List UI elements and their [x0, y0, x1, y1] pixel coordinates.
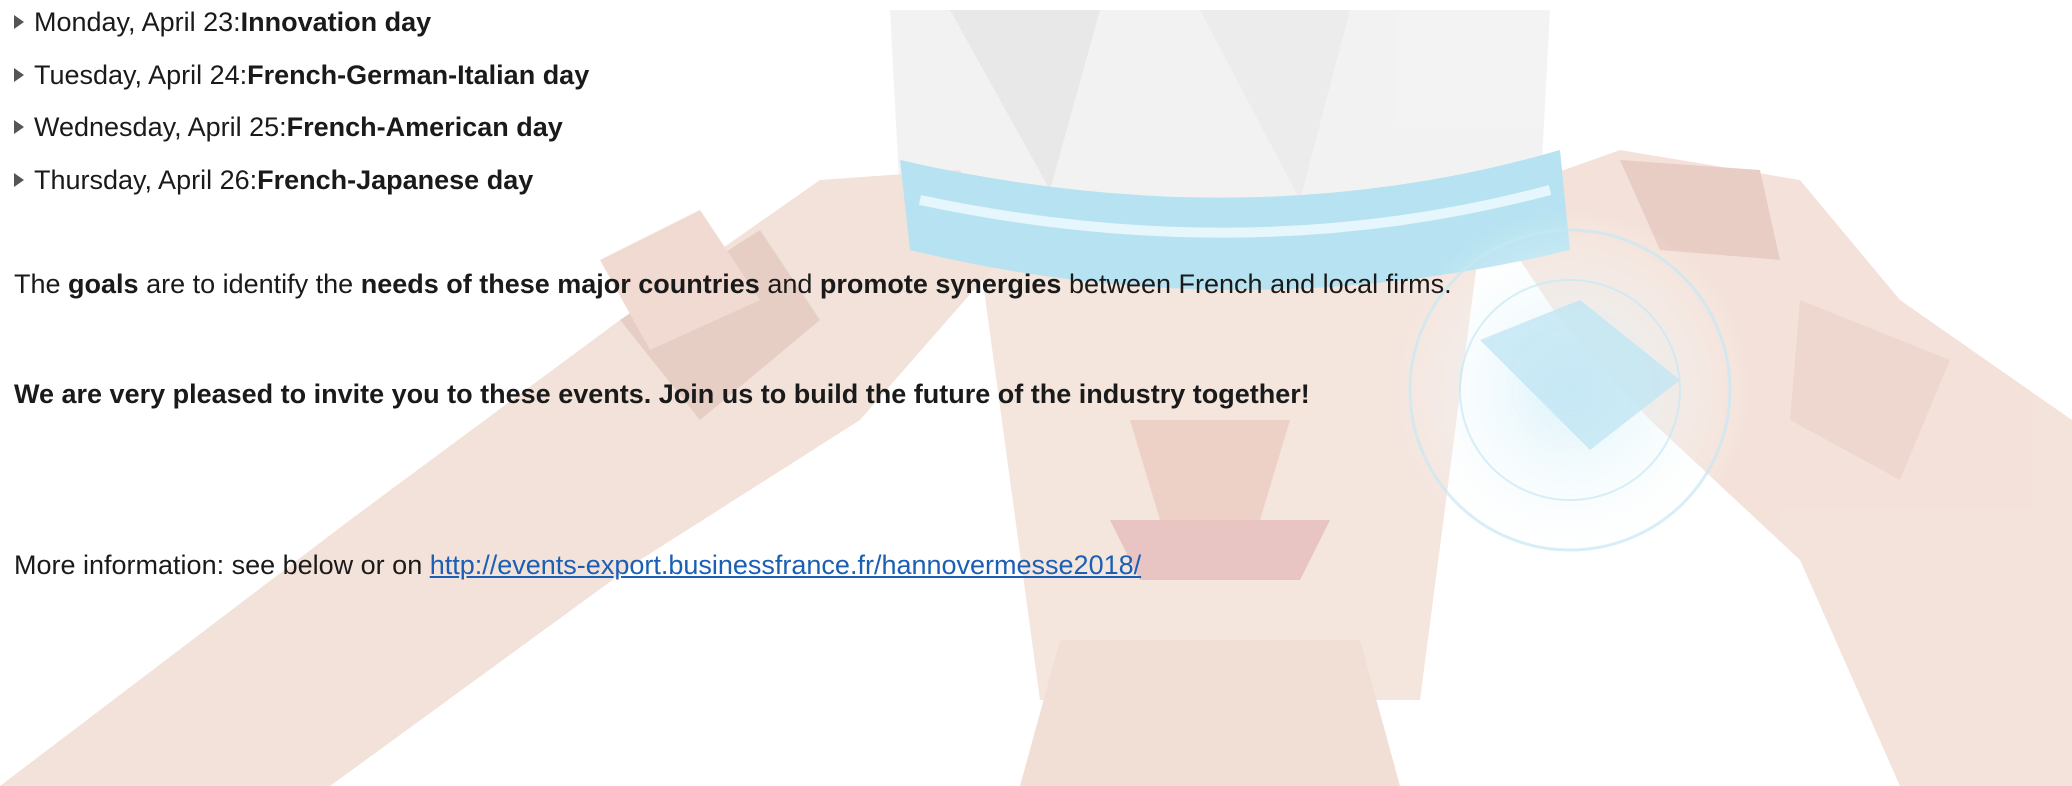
goals-text: between French and local firms. [1061, 269, 1452, 299]
schedule-item: Thursday, April 26: French-Japanese day [14, 164, 589, 196]
triangle-bullet-icon [14, 172, 24, 187]
event-website-link[interactable]: http://events-export.businessfrance.fr/h… [430, 550, 1141, 580]
goals-emphasis: needs of these major countries [360, 269, 760, 299]
goals-text: The [14, 269, 69, 299]
goals-text: are to identify the [138, 269, 361, 299]
triangle-bullet-icon [14, 120, 24, 134]
more-info-paragraph: More information: see below or on http:/… [14, 549, 1141, 581]
schedule-item: Monday, April 23: Innovation day [14, 6, 589, 38]
triangle-bullet-icon [14, 15, 24, 29]
schedule-date: Wednesday, April 25: [34, 112, 287, 142]
schedule-item: Wednesday, April 25: French-American day [14, 111, 589, 143]
schedule-date: Tuesday, April 24: [34, 59, 248, 90]
schedule-list: Monday, April 23: Innovation day Tuesday… [14, 6, 589, 216]
goals-emphasis: goals [68, 269, 139, 299]
invitation-bold: We are very pleased to invite you to the… [14, 379, 1310, 409]
triangle-bullet-icon [14, 67, 24, 82]
schedule-date: Thursday, April 26: [34, 164, 258, 195]
schedule-item: Tuesday, April 24: French-German-Italian… [14, 59, 589, 91]
goals-emphasis: promote synergies [819, 269, 1062, 299]
schedule-theme: French-American day [286, 112, 563, 142]
event-announcement: Monday, April 23: Innovation day Tuesday… [0, 0, 2072, 786]
invitation-text: We are very pleased to invite you to the… [14, 378, 1310, 410]
schedule-date: Monday, April 23: [34, 7, 241, 37]
goals-paragraph: The goals are to identify the needs of t… [14, 268, 1452, 300]
schedule-theme: Innovation day [240, 7, 432, 37]
schedule-theme: French-German-Italian day [247, 59, 590, 90]
more-info-label: More information: see below or on [14, 550, 430, 580]
goals-text: and [759, 269, 820, 299]
schedule-theme: French-Japanese day [257, 164, 534, 195]
